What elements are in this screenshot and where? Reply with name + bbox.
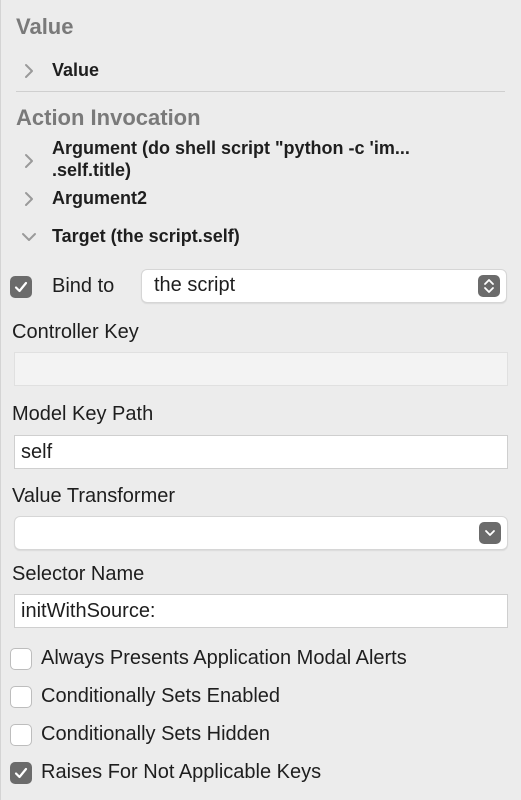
bind-to-popup-value: the script — [154, 274, 236, 296]
disclosure-label-target: Target (the script.self) — [52, 226, 240, 246]
conditionally-sets-enabled-checkbox[interactable] — [10, 686, 32, 708]
disclosure-target[interactable] — [18, 222, 40, 252]
panel-left-edge — [0, 0, 1, 800]
always-presents-modal-alerts-checkbox[interactable] — [10, 648, 32, 670]
disclosure-label-argument2: Argument2 — [52, 188, 148, 208]
checkmark-icon — [14, 767, 28, 779]
chevron-right-icon — [25, 64, 33, 78]
bind-checkbox[interactable] — [10, 276, 32, 298]
selector-name-value: initWithSource: — [21, 600, 156, 622]
controller-key-field[interactable] — [14, 352, 508, 386]
raises-for-not-applicable-keys-checkbox[interactable] — [10, 762, 32, 784]
conditionally-sets-hidden-checkbox[interactable] — [10, 724, 32, 746]
argument-label-line2: .self.title) — [52, 160, 132, 180]
bind-to-popup[interactable]: the script — [141, 269, 507, 303]
option-label: Always Presents Application Modal Alerts — [41, 647, 407, 669]
value-transformer-label: Value Transformer — [12, 485, 176, 507]
value-transformer-combobox[interactable] — [14, 516, 508, 550]
section-divider — [16, 91, 505, 92]
chevron-down-icon — [479, 522, 501, 544]
argument-label-line1: Argument (do shell script "python -c 'im… — [52, 138, 410, 158]
model-key-path-label: Model Key Path — [12, 403, 154, 425]
disclosure-argument[interactable] — [18, 146, 40, 176]
disclosure-label-value: Value — [52, 60, 100, 80]
disclosure-argument2[interactable] — [18, 184, 40, 214]
controller-key-label: Controller Key — [12, 321, 139, 343]
model-key-path-field[interactable]: self — [14, 435, 508, 469]
disclosure-label-argument: Argument (do shell script "python -c 'im… — [52, 137, 410, 181]
selector-name-label: Selector Name — [12, 563, 145, 585]
chevron-down-icon — [22, 233, 36, 241]
checkmark-icon — [14, 281, 28, 293]
updown-arrows-icon — [478, 275, 500, 297]
selector-name-field[interactable]: initWithSource: — [14, 594, 508, 628]
chevron-right-icon — [25, 154, 33, 168]
option-label: Conditionally Sets Enabled — [41, 685, 281, 707]
disclosure-value[interactable] — [18, 56, 40, 86]
section-header-action-invocation: Action Invocation — [16, 105, 201, 130]
chevron-right-icon — [25, 192, 33, 206]
model-key-path-value: self — [21, 441, 53, 463]
option-label: Raises For Not Applicable Keys — [41, 761, 322, 783]
option-label: Conditionally Sets Hidden — [41, 723, 271, 745]
section-header-value: Value — [16, 14, 74, 39]
bind-to-label: Bind to — [52, 275, 115, 297]
